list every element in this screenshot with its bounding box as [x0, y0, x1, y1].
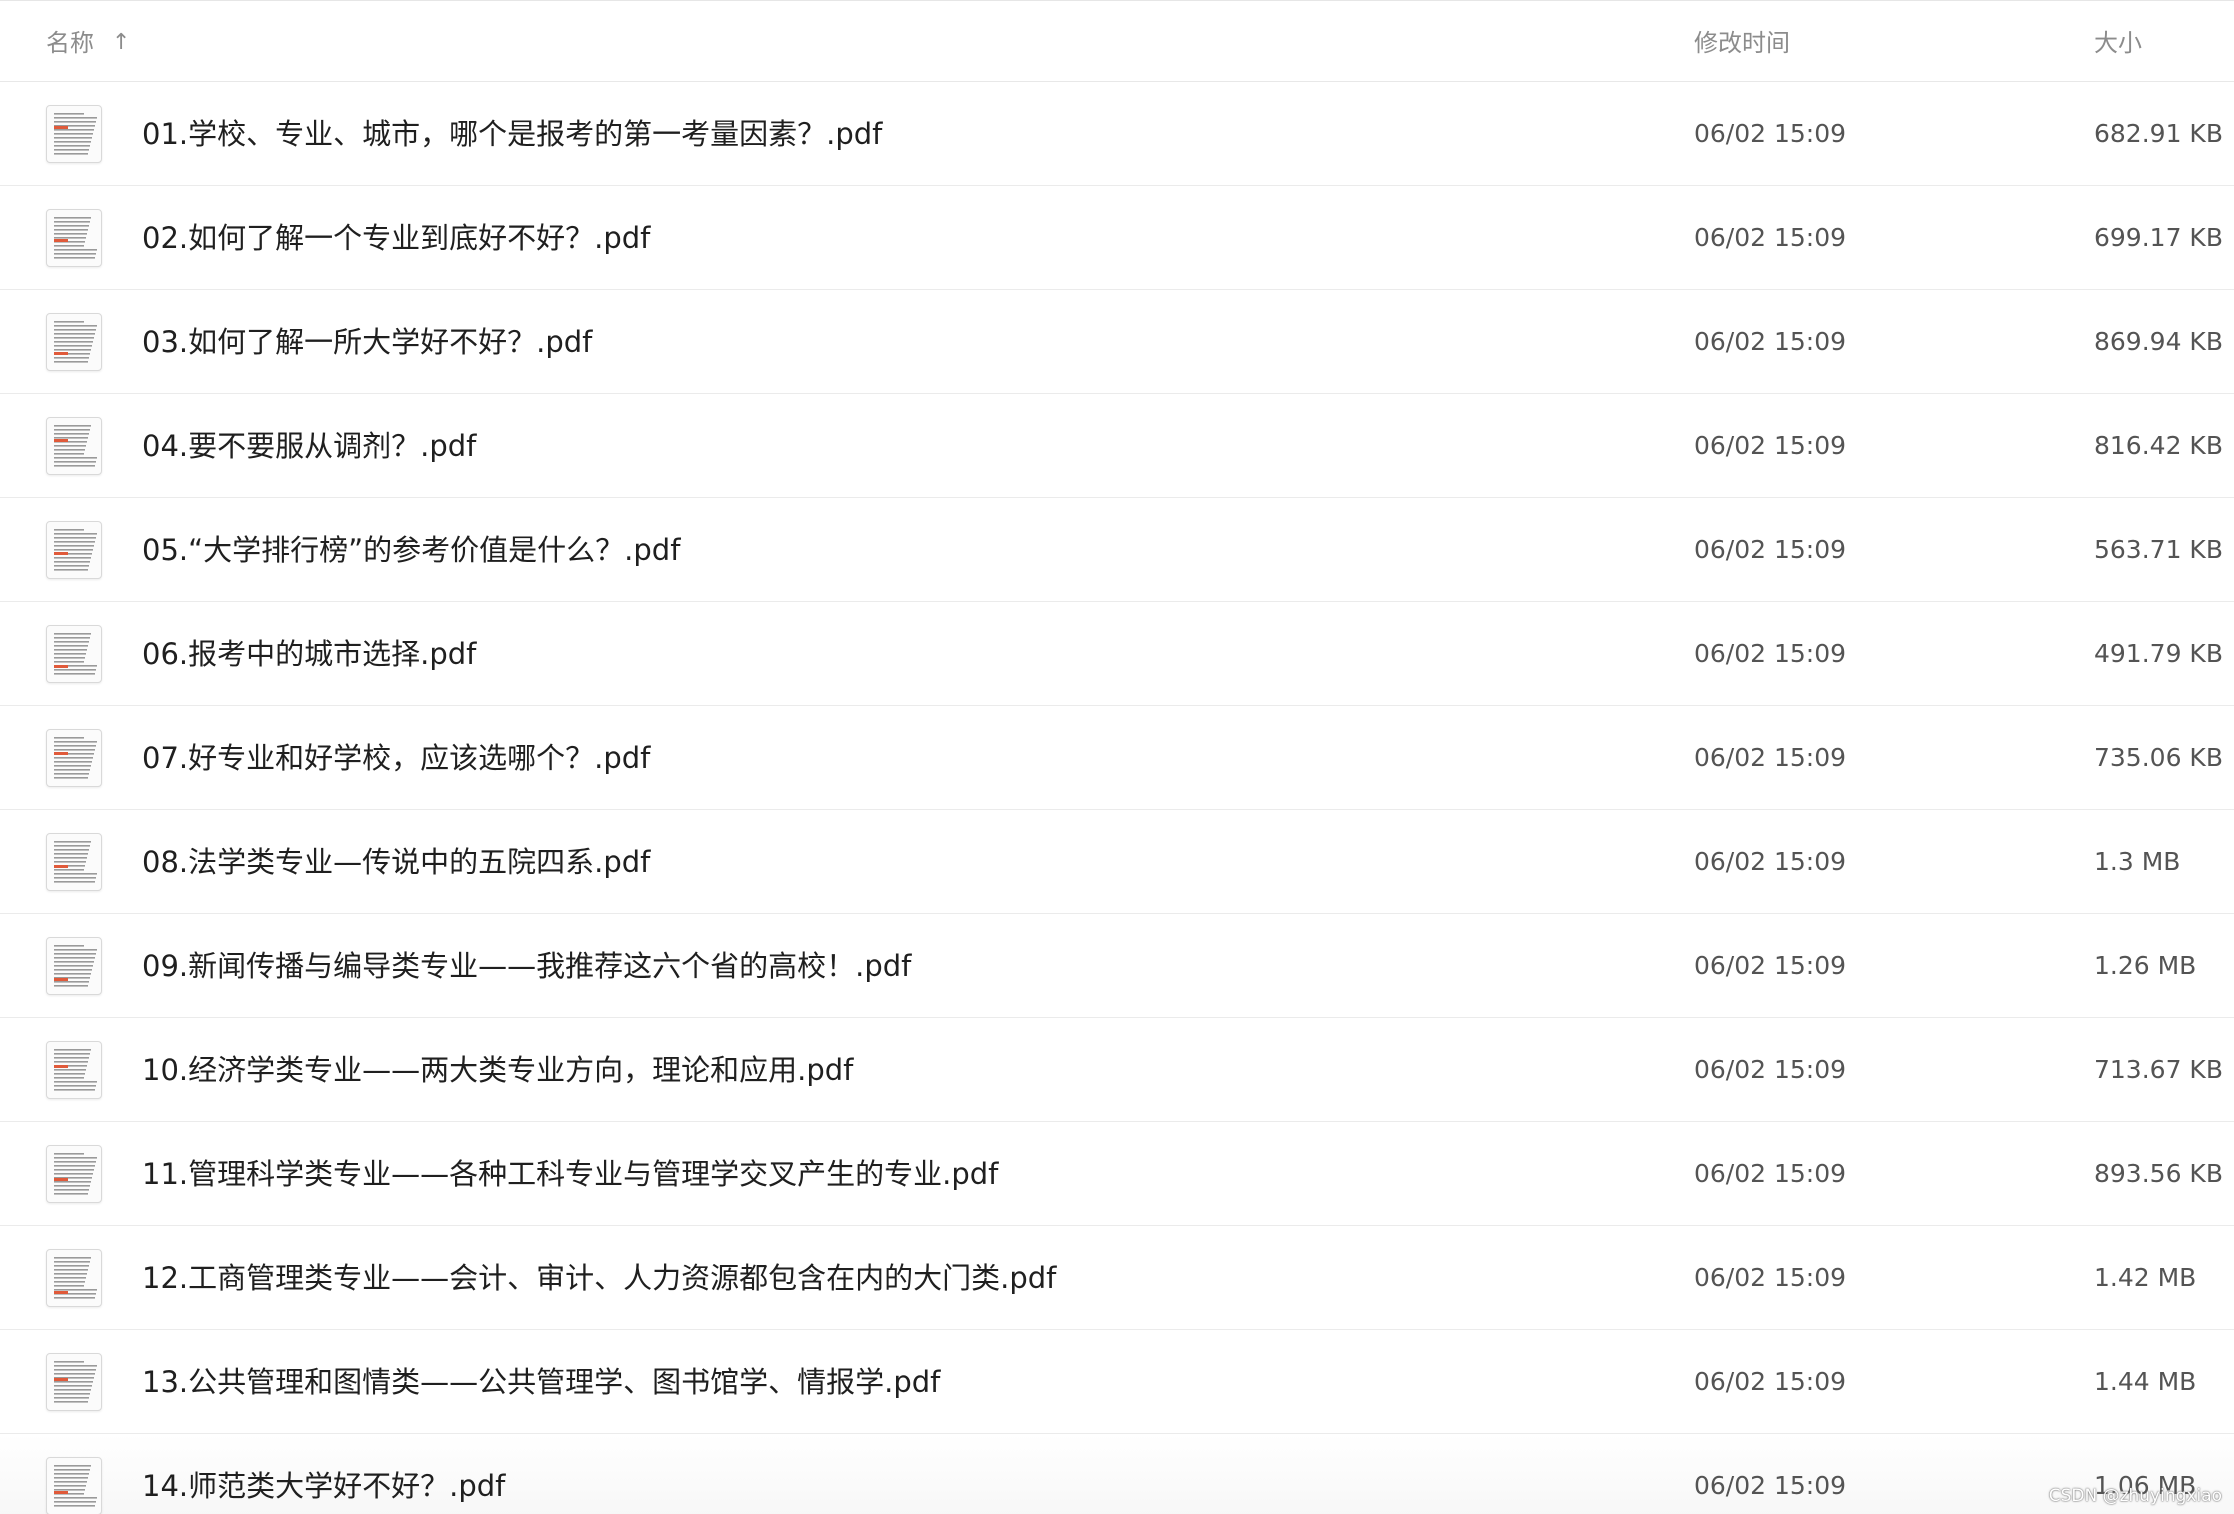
file-name[interactable]: 09.新闻传播与编导类专业——我推荐这六个省的高校！.pdf — [142, 948, 911, 984]
file-name[interactable]: 05.“大学排行榜”的参考价值是什么？.pdf — [142, 532, 680, 568]
file-name[interactable]: 01.学校、专业、城市，哪个是报考的第一考量因素？.pdf — [142, 116, 882, 152]
pdf-page-preview — [54, 945, 97, 987]
file-list: 名称 ↑ 修改时间 大小 01.学校、专业、城市，哪个是报考的第一考量因素？.p… — [0, 0, 2234, 1514]
pdf-page-preview — [54, 321, 97, 363]
pdf-page-preview — [54, 113, 97, 155]
file-modified-time: 06/02 15:09 — [1694, 743, 1847, 772]
file-row[interactable]: 04.要不要服从调剂？.pdf 06/02 15:09 816.42 KB — [0, 394, 2234, 498]
pdf-thumbnail-icon — [46, 105, 102, 163]
column-header-name[interactable]: 名称 — [46, 27, 94, 59]
file-name[interactable]: 08.法学类专业—传说中的五院四系.pdf — [142, 844, 650, 880]
file-name[interactable]: 03.如何了解一所大学好不好？.pdf — [142, 324, 592, 360]
file-modified-time: 06/02 15:09 — [1694, 639, 1847, 668]
pdf-page-preview — [54, 841, 97, 883]
file-name[interactable]: 12.工商管理类专业——会计、审计、人力资源都包含在内的大门类.pdf — [142, 1260, 1056, 1296]
file-modified-time: 06/02 15:09 — [1694, 1159, 1847, 1188]
file-modified-time: 06/02 15:09 — [1694, 327, 1847, 356]
pdf-thumbnail-icon — [46, 521, 102, 579]
pdf-page-preview — [54, 1361, 97, 1403]
file-modified-time: 06/02 15:09 — [1694, 1055, 1847, 1084]
pdf-page-preview — [54, 425, 97, 467]
file-modified-time: 06/02 15:09 — [1694, 223, 1847, 252]
pdf-page-preview — [54, 1049, 97, 1091]
file-name[interactable]: 04.要不要服从调剂？.pdf — [142, 428, 476, 464]
file-size: 713.67 KB — [2094, 1055, 2223, 1084]
file-name[interactable]: 13.公共管理和图情类——公共管理学、图书馆学、情报学.pdf — [142, 1364, 940, 1400]
file-name[interactable]: 06.报考中的城市选择.pdf — [142, 636, 476, 672]
file-row[interactable]: 09.新闻传播与编导类专业——我推荐这六个省的高校！.pdf 06/02 15:… — [0, 914, 2234, 1018]
file-modified-time: 06/02 15:09 — [1694, 431, 1847, 460]
pdf-thumbnail-icon — [46, 833, 102, 891]
file-modified-time: 06/02 15:09 — [1694, 535, 1847, 564]
file-row[interactable]: 02.如何了解一个专业到底好不好？.pdf 06/02 15:09 699.17… — [0, 186, 2234, 290]
file-name[interactable]: 02.如何了解一个专业到底好不好？.pdf — [142, 220, 650, 256]
file-row[interactable]: 11.管理科学类专业——各种工科专业与管理学交叉产生的专业.pdf 06/02 … — [0, 1122, 2234, 1226]
column-header-modified[interactable]: 修改时间 — [1694, 27, 1790, 59]
pdf-page-preview — [54, 737, 97, 779]
file-size: 1.3 MB — [2094, 847, 2181, 876]
file-row[interactable]: 01.学校、专业、城市，哪个是报考的第一考量因素？.pdf 06/02 15:0… — [0, 82, 2234, 186]
file-modified-time: 06/02 15:09 — [1694, 1367, 1847, 1396]
file-size: 816.42 KB — [2094, 431, 2223, 460]
file-size: 735.06 KB — [2094, 743, 2223, 772]
pdf-thumbnail-icon — [46, 729, 102, 787]
file-name[interactable]: 11.管理科学类专业——各种工科专业与管理学交叉产生的专业.pdf — [142, 1156, 998, 1192]
file-size: 893.56 KB — [2094, 1159, 2223, 1188]
file-size: 869.94 KB — [2094, 327, 2223, 356]
pdf-thumbnail-icon — [46, 937, 102, 995]
file-row[interactable]: 06.报考中的城市选择.pdf 06/02 15:09 491.79 KB — [0, 602, 2234, 706]
file-size: 1.26 MB — [2094, 951, 2197, 980]
file-rows: 01.学校、专业、城市，哪个是报考的第一考量因素？.pdf 06/02 15:0… — [0, 82, 2234, 1514]
file-size: 491.79 KB — [2094, 639, 2223, 668]
file-size: 699.17 KB — [2094, 223, 2223, 252]
pdf-thumbnail-icon — [46, 417, 102, 475]
file-name[interactable]: 07.好专业和好学校，应该选哪个？.pdf — [142, 740, 650, 776]
pdf-page-preview — [54, 1257, 97, 1299]
pdf-page-preview — [54, 633, 97, 675]
file-modified-time: 06/02 15:09 — [1694, 847, 1847, 876]
file-row[interactable]: 13.公共管理和图情类——公共管理学、图书馆学、情报学.pdf 06/02 15… — [0, 1330, 2234, 1434]
file-row[interactable]: 12.工商管理类专业——会计、审计、人力资源都包含在内的大门类.pdf 06/0… — [0, 1226, 2234, 1330]
pdf-thumbnail-icon — [46, 1353, 102, 1411]
file-row[interactable]: 14.师范类大学好不好？.pdf 06/02 15:09 1.06 MB — [0, 1434, 2234, 1514]
file-row[interactable]: 07.好专业和好学校，应该选哪个？.pdf 06/02 15:09 735.06… — [0, 706, 2234, 810]
file-size: 682.91 KB — [2094, 119, 2223, 148]
file-modified-time: 06/02 15:09 — [1694, 951, 1847, 980]
file-row[interactable]: 05.“大学排行榜”的参考价值是什么？.pdf 06/02 15:09 563.… — [0, 498, 2234, 602]
file-name[interactable]: 10.经济学类专业——两大类专业方向，理论和应用.pdf — [142, 1052, 853, 1088]
file-size: 1.44 MB — [2094, 1367, 2197, 1396]
file-modified-time: 06/02 15:09 — [1694, 119, 1847, 148]
pdf-thumbnail-icon — [46, 1249, 102, 1307]
file-modified-time: 06/02 15:09 — [1694, 1263, 1847, 1292]
sort-ascending-icon[interactable]: ↑ — [112, 27, 130, 59]
pdf-thumbnail-icon — [46, 1457, 102, 1514]
file-size: 563.71 KB — [2094, 535, 2223, 564]
file-modified-time: 06/02 15:09 — [1694, 1471, 1847, 1500]
file-row[interactable]: 03.如何了解一所大学好不好？.pdf 06/02 15:09 869.94 K… — [0, 290, 2234, 394]
pdf-page-preview — [54, 217, 97, 259]
pdf-thumbnail-icon — [46, 1145, 102, 1203]
pdf-thumbnail-icon — [46, 625, 102, 683]
file-row[interactable]: 08.法学类专业—传说中的五院四系.pdf 06/02 15:09 1.3 MB — [0, 810, 2234, 914]
pdf-page-preview — [54, 1153, 97, 1195]
file-row[interactable]: 10.经济学类专业——两大类专业方向，理论和应用.pdf 06/02 15:09… — [0, 1018, 2234, 1122]
pdf-thumbnail-icon — [46, 313, 102, 371]
pdf-thumbnail-icon — [46, 209, 102, 267]
file-size: 1.42 MB — [2094, 1263, 2197, 1292]
watermark: CSDN @zhuyingxiao — [2048, 1486, 2222, 1506]
list-header: 名称 ↑ 修改时间 大小 — [0, 0, 2234, 82]
file-name[interactable]: 14.师范类大学好不好？.pdf — [142, 1468, 505, 1504]
column-header-size[interactable]: 大小 — [2094, 27, 2142, 59]
pdf-page-preview — [54, 529, 97, 571]
pdf-thumbnail-icon — [46, 1041, 102, 1099]
pdf-page-preview — [54, 1465, 97, 1507]
